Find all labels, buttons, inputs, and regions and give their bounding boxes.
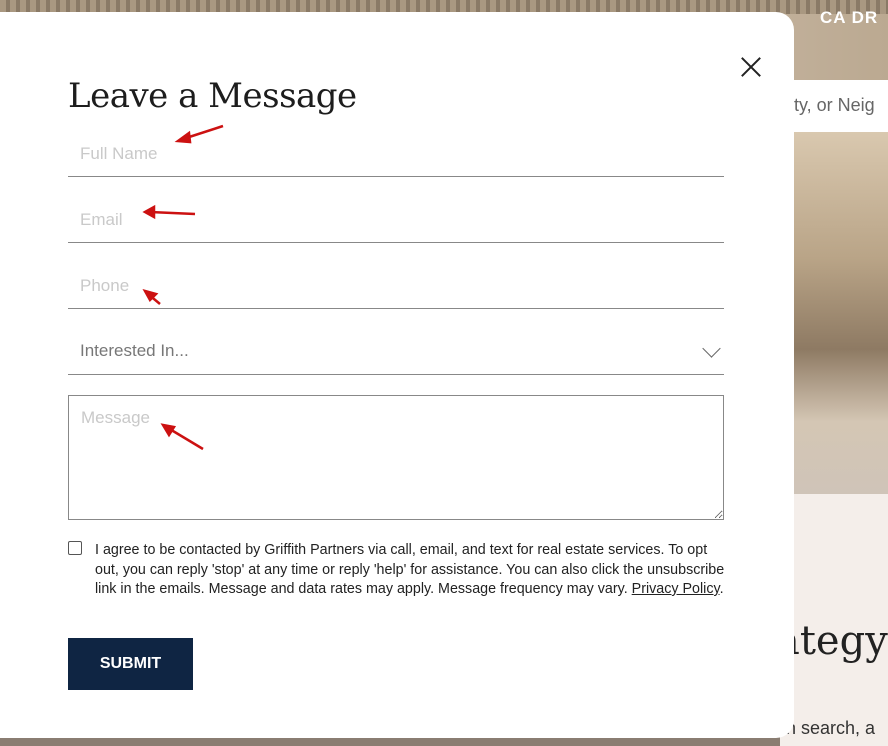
- consent-text: I agree to be contacted by Griffith Part…: [95, 541, 727, 600]
- full-name-input[interactable]: [68, 131, 724, 177]
- leave-message-modal: Leave a Message: [0, 12, 794, 738]
- message-textarea[interactable]: [68, 395, 724, 520]
- privacy-policy-link[interactable]: Privacy Policy: [632, 581, 720, 597]
- background-title: CA DR: [820, 8, 879, 27]
- close-icon[interactable]: [738, 55, 764, 81]
- modal-title: Leave a Message: [68, 76, 357, 116]
- consent-checkbox[interactable]: [68, 541, 82, 555]
- interested-in-select[interactable]: Interested In...: [68, 329, 724, 375]
- background-search-text: ity, or Neig: [790, 95, 875, 115]
- email-input[interactable]: [68, 197, 724, 243]
- interested-in-label: Interested In...: [80, 341, 189, 360]
- consent-suffix: .: [719, 581, 724, 597]
- submit-button[interactable]: SUBMIT: [68, 638, 193, 690]
- chevron-down-icon: [702, 339, 721, 358]
- consent-body: I agree to be contacted by Griffith Part…: [95, 542, 725, 597]
- background-photo: [780, 132, 888, 494]
- phone-input[interactable]: [68, 263, 724, 309]
